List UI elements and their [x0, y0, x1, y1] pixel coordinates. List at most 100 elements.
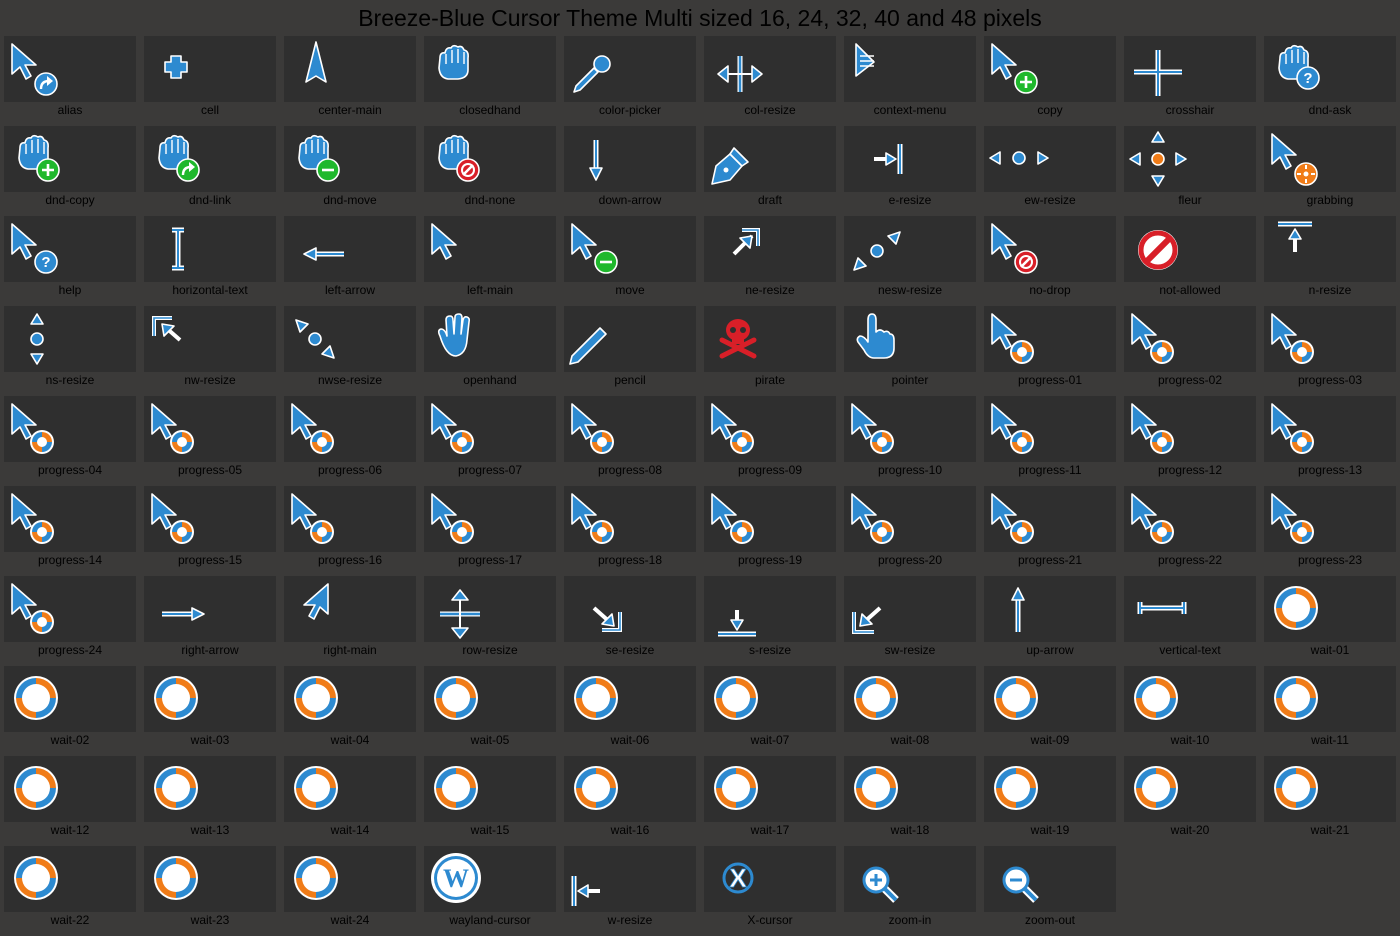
cursor-name-label: progress-24 [37, 643, 103, 657]
cursor-name-label: progress-22 [1157, 553, 1223, 567]
cursor-preview [704, 36, 836, 102]
cursor-name-label: left-arrow [324, 283, 375, 297]
cursor-preview [984, 756, 1116, 822]
cursor-tile-n-resize: n-resize [1260, 216, 1400, 306]
cursor-tile-pirate: pirate [700, 306, 840, 396]
cursor-tile-col-resize: col-resize [700, 36, 840, 126]
cursor-name-label: wait-13 [190, 823, 230, 837]
cursor-name-label: dnd-link [188, 193, 232, 207]
cursor-tile-wait-04: wait-04 [280, 666, 420, 756]
cursor-tile-pencil: pencil [560, 306, 700, 396]
cursor-name-label: wait-02 [50, 733, 90, 747]
cursor-tile-dnd-copy: dnd-copy [0, 126, 140, 216]
cursor-tile-wait-13: wait-13 [140, 756, 280, 846]
cursor-preview [424, 756, 556, 822]
arrow-progress-icon [151, 403, 194, 454]
cursor-preview [144, 486, 276, 552]
cursor-preview [284, 576, 416, 642]
cursor-name-label: progress-13 [1297, 463, 1363, 477]
cursor-tile-wait-02: wait-02 [0, 666, 140, 756]
cursor-tile-up-arrow: up-arrow [980, 576, 1120, 666]
cursor-tile-progress-06: progress-06 [280, 396, 420, 486]
cursor-preview [564, 36, 696, 102]
pencil-icon [569, 327, 607, 365]
cursor-preview [844, 126, 976, 192]
cursor-name-label: wait-11 [1311, 733, 1349, 747]
cursor-tile-cell: cell [140, 36, 280, 126]
cursor-preview [984, 36, 1116, 102]
wait-spinner-icon [294, 856, 338, 900]
cursor-tile-wait-01: wait-01 [1260, 576, 1400, 666]
hand-badge-question-icon: ? [1278, 44, 1320, 90]
cursor-name-label: alias [57, 103, 83, 117]
cursor-name-label: crosshair [1165, 103, 1215, 117]
cursor-name-label: progress-02 [1157, 373, 1223, 387]
arrow-progress-icon [1271, 313, 1314, 364]
cursor-name-label: se-resize [605, 643, 655, 657]
cursor-name-label: up-arrow [1026, 643, 1074, 657]
cursor-preview [144, 666, 276, 732]
arrow-progress-icon [991, 403, 1034, 454]
ne-resize-icon [732, 228, 760, 256]
cursor-preview [704, 666, 836, 732]
cursor-preview: W [424, 846, 556, 912]
cursor-name-label: progress-18 [597, 553, 663, 567]
cursor-name-label: wait-24 [330, 913, 370, 927]
cursor-preview [844, 846, 976, 912]
cursor-tile-no-drop: no-drop [980, 216, 1120, 306]
arrow-progress-icon [1131, 403, 1174, 454]
svg-text:X: X [729, 863, 747, 893]
cursor-tile-progress-13: progress-13 [1260, 396, 1400, 486]
cursor-tile-center-main: center-main [280, 36, 420, 126]
cursor-tile-wait-12: wait-12 [0, 756, 140, 846]
arrow-progress-icon [991, 493, 1034, 544]
cursor-name-label: wait-10 [1170, 733, 1210, 747]
cursor-preview [1264, 756, 1396, 822]
cursor-preview [1124, 306, 1256, 372]
cursor-preview [424, 306, 556, 372]
cursor-tile-progress-19: progress-19 [700, 486, 840, 576]
cursor-tile-wait-24: wait-24 [280, 846, 420, 936]
cursor-preview [844, 576, 976, 642]
cursor-tile-progress-12: progress-12 [1120, 396, 1260, 486]
cursor-name-label: wait-09 [1030, 733, 1070, 747]
cursor-preview: ? [4, 216, 136, 282]
cursor-name-label: wait-07 [750, 733, 790, 747]
cursor-tile-progress-05: progress-05 [140, 396, 280, 486]
down-arrow-icon [589, 140, 603, 181]
wait-spinner-icon [14, 856, 58, 900]
cursor-name-label: right-arrow [181, 643, 239, 657]
e-resize-icon [874, 144, 903, 174]
arrow-progress-icon [1131, 313, 1174, 364]
cursor-preview: ? [1264, 36, 1396, 102]
cursor-preview [4, 846, 136, 912]
fleur-icon [1129, 131, 1187, 187]
cursor-tile-progress-01: progress-01 [980, 306, 1120, 396]
cursor-preview [424, 486, 556, 552]
cursor-tile-right-arrow: right-arrow [140, 576, 280, 666]
magnifier-minus-icon [1002, 866, 1039, 903]
cursor-preview [424, 126, 556, 192]
cursor-name-label: draft [757, 193, 782, 207]
cursor-preview [284, 306, 416, 372]
cursor-name-label: wait-16 [610, 823, 650, 837]
wait-spinner-icon [994, 676, 1038, 720]
cursor-name-label: e-resize [888, 193, 932, 207]
cursor-preview [984, 576, 1116, 642]
cursor-name-label: wait-20 [1170, 823, 1210, 837]
not-allowed-icon [1138, 230, 1178, 270]
cursor-name-label: progress-01 [1017, 373, 1083, 387]
cursor-name-label: wait-17 [750, 823, 790, 837]
crosshair-icon [1134, 50, 1182, 96]
hand-badge-minus-icon [298, 134, 340, 182]
cursor-name-label: nw-resize [184, 373, 236, 387]
cursor-preview [1124, 36, 1256, 102]
up-arrow-icon [1011, 587, 1025, 632]
wait-spinner-icon [714, 766, 758, 810]
arrow-progress-icon [1131, 493, 1174, 544]
cursor-tile-se-resize: se-resize [560, 576, 700, 666]
cursor-preview [704, 216, 836, 282]
open-hand-icon [437, 313, 471, 357]
cursor-preview [144, 216, 276, 282]
cursor-preview [144, 756, 276, 822]
